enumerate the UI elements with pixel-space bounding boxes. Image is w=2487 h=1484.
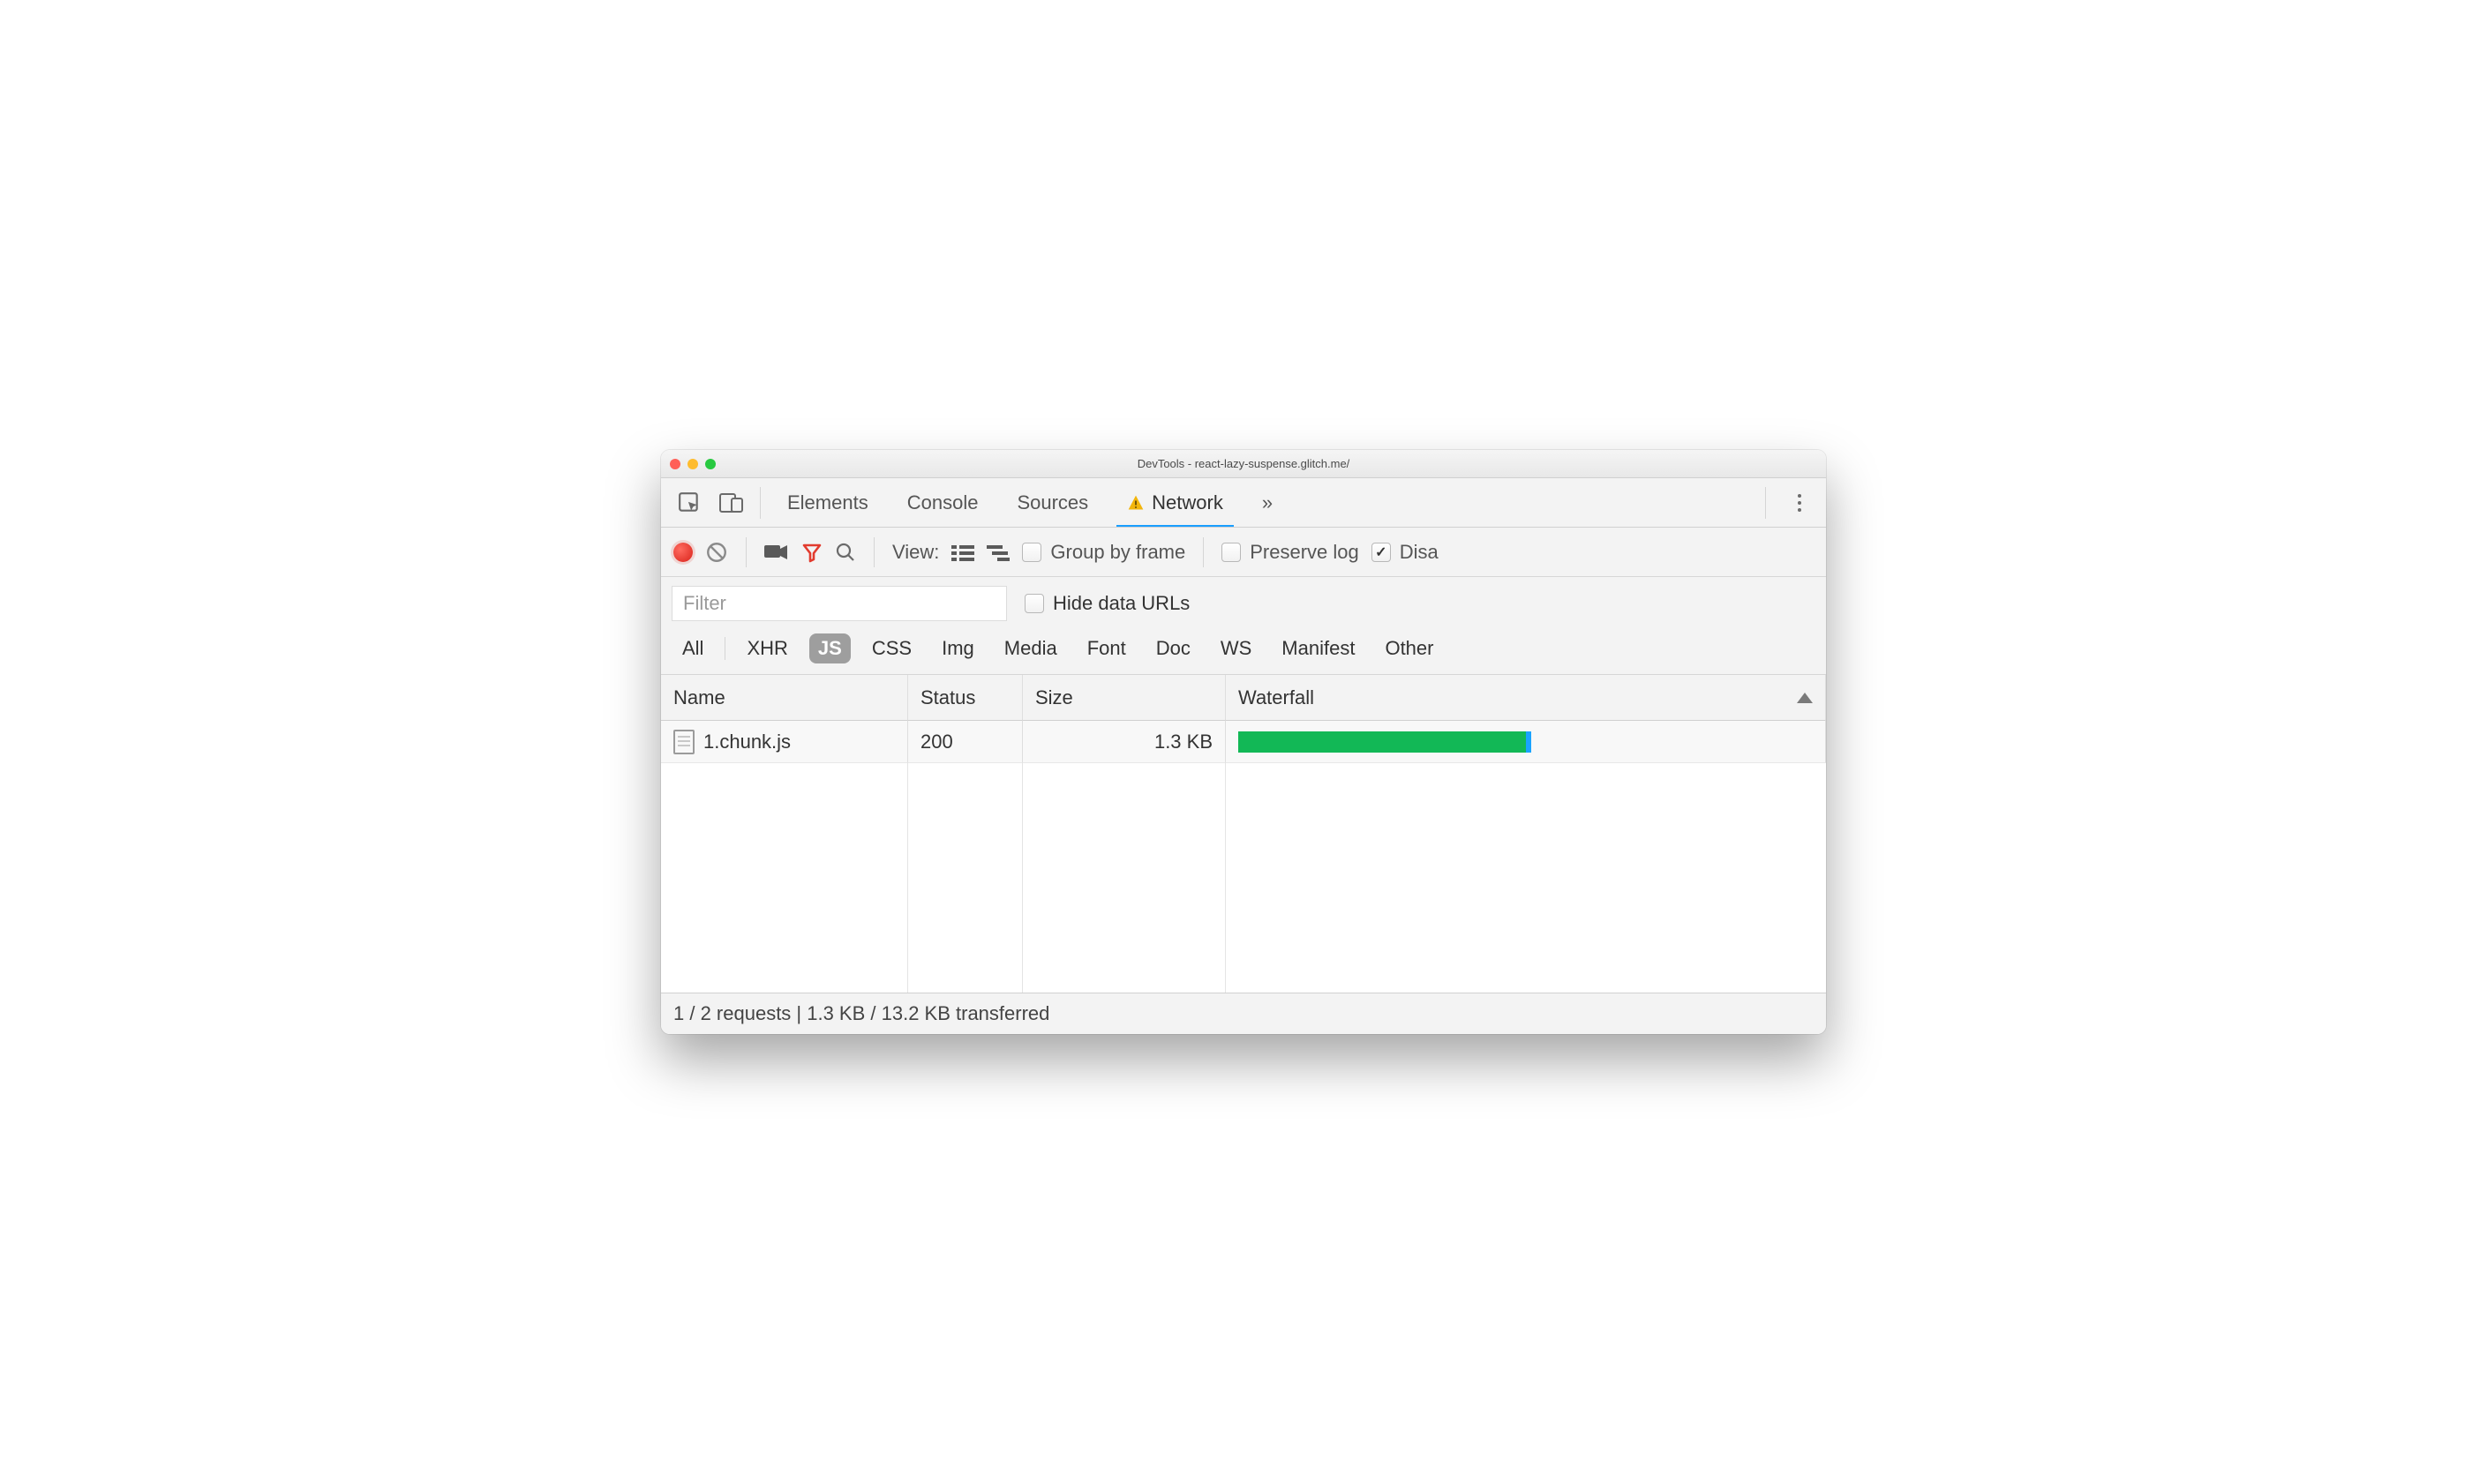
window-controls (670, 459, 716, 469)
column-header-waterfall[interactable]: Waterfall (1226, 675, 1826, 721)
hide-data-urls-option[interactable]: Hide data URLs (1025, 592, 1190, 615)
separator (1765, 487, 1766, 519)
tabs-overflow-button[interactable]: » (1244, 478, 1290, 527)
titlebar: DevTools - react-lazy-suspense.glitch.me… (661, 450, 1826, 478)
checkbox-icon (1022, 543, 1041, 562)
resource-type-filters: All XHR JS CSS Img Media Font Doc WS Man… (661, 628, 1826, 675)
tab-label: Elements (787, 491, 868, 514)
record-button[interactable] (673, 543, 693, 562)
waterfall-bar (1238, 731, 1526, 753)
requests-table-empty-area (661, 763, 1826, 993)
filter-chip-media[interactable]: Media (996, 633, 1066, 663)
requests-table-header: Name Status Size Waterfall (661, 675, 1826, 721)
cell-size: 1.3 KB (1023, 721, 1226, 763)
request-name: 1.chunk.js (703, 731, 791, 753)
filter-input[interactable]: Filter (672, 586, 1007, 621)
chevron-double-right-icon: » (1262, 491, 1273, 514)
filter-chip-js[interactable]: JS (809, 633, 851, 663)
option-label: Preserve log (1250, 541, 1359, 564)
separator (874, 537, 875, 567)
view-label: View: (892, 541, 939, 564)
devtools-window: DevTools - react-lazy-suspense.glitch.me… (661, 450, 1826, 1034)
large-rows-toggle[interactable] (951, 543, 974, 561)
preserve-log-option[interactable]: Preserve log (1221, 541, 1359, 564)
disable-cache-option[interactable]: Disa (1371, 541, 1439, 564)
checkbox-checked-icon (1371, 543, 1391, 562)
status-bar: 1 / 2 requests | 1.3 KB / 13.2 KB transf… (661, 993, 1826, 1034)
more-options-button[interactable] (1782, 485, 1817, 521)
checkbox-icon (1025, 594, 1044, 613)
tab-sources[interactable]: Sources (999, 478, 1106, 527)
tab-network[interactable]: Network (1109, 478, 1241, 527)
inspect-element-icon[interactable] (670, 483, 709, 522)
warning-icon (1127, 494, 1145, 512)
separator (760, 487, 761, 519)
tab-label: Console (907, 491, 979, 514)
filter-chip-other[interactable]: Other (1376, 633, 1442, 663)
tab-elements[interactable]: Elements (770, 478, 886, 527)
column-header-name[interactable]: Name (661, 675, 908, 721)
status-summary: 1 / 2 requests | 1.3 KB / 13.2 KB transf… (673, 1002, 1049, 1024)
sort-ascending-icon (1797, 693, 1813, 703)
waterfall-view-toggle[interactable] (987, 543, 1010, 561)
capture-screenshots-button[interactable] (764, 543, 789, 561)
filter-chip-font[interactable]: Font (1078, 633, 1135, 663)
search-button[interactable] (835, 542, 856, 563)
filter-bar: Filter Hide data URLs (661, 577, 1826, 628)
option-label: Hide data URLs (1053, 592, 1190, 615)
window-title: DevTools - react-lazy-suspense.glitch.me… (661, 457, 1826, 470)
option-label: Group by frame (1050, 541, 1185, 564)
network-toolbar: View: Group by frame Preserve log (661, 528, 1826, 577)
filter-toggle-button[interactable] (801, 542, 823, 563)
clear-button[interactable] (705, 541, 728, 564)
waterfall-bar-content-download (1526, 731, 1531, 753)
filter-chip-xhr[interactable]: XHR (738, 633, 796, 663)
group-by-frame-option[interactable]: Group by frame (1022, 541, 1185, 564)
device-toggle-icon[interactable] (712, 483, 751, 522)
minimize-window-button[interactable] (687, 459, 698, 469)
zoom-window-button[interactable] (705, 459, 716, 469)
filter-chip-manifest[interactable]: Manifest (1273, 633, 1364, 663)
script-file-icon (673, 730, 695, 754)
column-header-size[interactable]: Size (1023, 675, 1226, 721)
filter-chip-doc[interactable]: Doc (1147, 633, 1199, 663)
filter-chip-ws[interactable]: WS (1212, 633, 1260, 663)
checkbox-icon (1221, 543, 1241, 562)
tab-console[interactable]: Console (890, 478, 996, 527)
separator (746, 537, 747, 567)
cell-waterfall (1226, 721, 1826, 763)
filter-chip-all[interactable]: All (673, 633, 712, 663)
tab-label: Network (1152, 491, 1223, 514)
tab-label: Sources (1017, 491, 1088, 514)
panel-tabstrip: Elements Console Sources Network » (661, 478, 1826, 528)
filter-chip-css[interactable]: CSS (863, 633, 920, 663)
filter-placeholder: Filter (683, 592, 726, 615)
close-window-button[interactable] (670, 459, 680, 469)
cell-status: 200 (908, 721, 1023, 763)
cell-name: 1.chunk.js (661, 721, 908, 763)
table-row[interactable]: 1.chunk.js 200 1.3 KB (661, 721, 1826, 763)
option-label: Disa (1400, 541, 1439, 564)
column-header-status[interactable]: Status (908, 675, 1023, 721)
separator (1203, 537, 1204, 567)
filter-chip-img[interactable]: Img (933, 633, 983, 663)
